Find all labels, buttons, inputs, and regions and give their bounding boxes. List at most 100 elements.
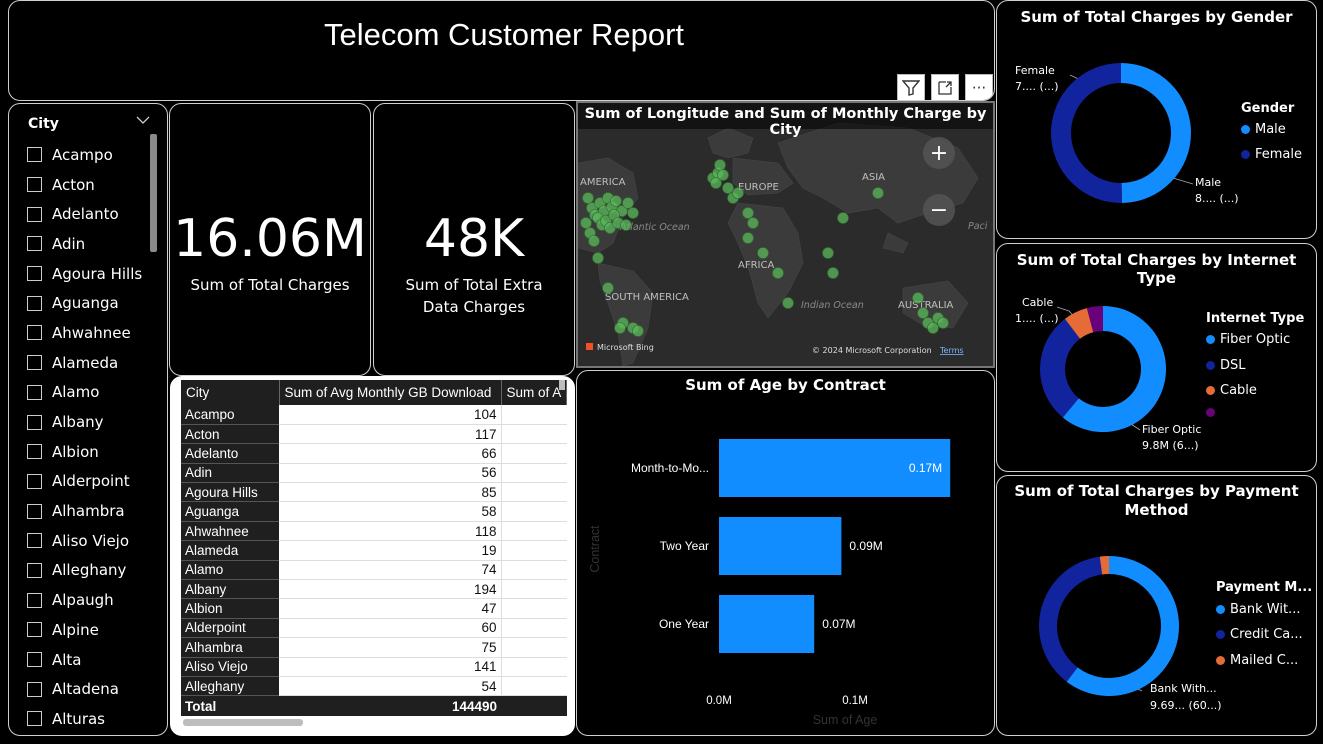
- slicer-item[interactable]: Alamo: [27, 378, 152, 408]
- map-bubble[interactable]: [837, 212, 849, 224]
- map-bubble[interactable]: [610, 195, 622, 207]
- map-bubble[interactable]: [627, 207, 639, 219]
- table-row[interactable]: Alhambra 75: [181, 637, 567, 658]
- map-bubble[interactable]: [782, 297, 794, 309]
- checkbox[interactable]: [27, 473, 42, 489]
- map-bubble[interactable]: [772, 267, 784, 279]
- column-header-city[interactable]: City: [181, 380, 280, 405]
- slicer-item[interactable]: Alpaugh: [27, 585, 152, 615]
- slicer-item[interactable]: Alderpoint: [27, 467, 152, 497]
- table-row[interactable]: Albany 194: [181, 579, 567, 600]
- map-bubble[interactable]: [747, 217, 759, 229]
- slicer-item[interactable]: Agoura Hills: [27, 259, 152, 289]
- map-bubble[interactable]: [872, 187, 884, 199]
- checkbox[interactable]: [27, 206, 42, 222]
- table-row[interactable]: Alleghany 54: [181, 676, 567, 697]
- table-row[interactable]: Agoura Hills 85: [181, 482, 567, 503]
- map-bubble[interactable]: [592, 252, 604, 264]
- checkbox[interactable]: [27, 295, 42, 311]
- legend-item-dsl[interactable]: DSL: [1206, 358, 1246, 373]
- slicer-item[interactable]: Albany: [27, 407, 152, 437]
- city-map[interactable]: AMERICA EUROPE ASIA Atlantic Ocean AFRIC…: [576, 101, 995, 368]
- map-bubble[interactable]: [917, 307, 929, 319]
- checkbox[interactable]: [27, 533, 42, 549]
- slicer-scrollbar[interactable]: [150, 134, 157, 252]
- slicer-item[interactable]: Alta: [27, 645, 152, 675]
- map-bubble[interactable]: [714, 159, 726, 171]
- legend-item-female[interactable]: Female: [1241, 147, 1302, 162]
- more-options-icon[interactable]: ···: [965, 74, 993, 100]
- map-bubble[interactable]: [732, 187, 744, 199]
- map-bubble[interactable]: [622, 197, 634, 209]
- map-bubble[interactable]: [717, 169, 729, 181]
- map-canvas[interactable]: AMERICA EUROPE ASIA Atlantic Ocean AFRIC…: [578, 103, 993, 366]
- map-bubble[interactable]: [937, 317, 949, 329]
- legend-item-mailed-check[interactable]: Mailed C...: [1216, 653, 1298, 668]
- slicer-item[interactable]: Ahwahnee: [27, 318, 152, 348]
- map-bubble[interactable]: [822, 247, 834, 259]
- column-header-gb-download[interactable]: Sum of Avg Monthly GB Download: [279, 380, 502, 405]
- checkbox[interactable]: [27, 562, 42, 578]
- checkbox[interactable]: [27, 622, 42, 638]
- table-row[interactable]: Albion 47: [181, 598, 567, 619]
- table-row[interactable]: Ahwahnee 118: [181, 521, 567, 542]
- bar[interactable]: [719, 517, 842, 575]
- table-row[interactable]: Acampo 104: [181, 405, 567, 425]
- map-bubble[interactable]: [927, 322, 939, 334]
- table-row[interactable]: Acton 117: [181, 424, 567, 445]
- slicer-item[interactable]: Adin: [27, 229, 152, 259]
- map-bubble[interactable]: [742, 207, 754, 219]
- map-bubble[interactable]: [757, 247, 769, 259]
- map-bubble[interactable]: [580, 217, 592, 229]
- table-row[interactable]: Alamo 74: [181, 560, 567, 581]
- table-row[interactable]: Alderpoint 60: [181, 618, 567, 639]
- checkbox[interactable]: [27, 384, 42, 400]
- filter-icon[interactable]: [897, 74, 925, 100]
- slicer-item[interactable]: Alhambra: [27, 496, 152, 526]
- table-row[interactable]: Alameda 19: [181, 540, 567, 561]
- map-bubble[interactable]: [632, 325, 644, 337]
- map-bubble[interactable]: [582, 192, 594, 204]
- donut-slice[interactable]: [1121, 63, 1191, 203]
- checkbox[interactable]: [27, 325, 42, 341]
- map-terms-link[interactable]: Terms: [939, 346, 964, 355]
- checkbox[interactable]: [27, 503, 42, 519]
- checkbox[interactable]: [27, 414, 42, 430]
- slicer-item[interactable]: Adelanto: [27, 199, 152, 229]
- map-bubble[interactable]: [742, 232, 754, 244]
- map-bubble[interactable]: [620, 219, 632, 231]
- donut-slice[interactable]: [1050, 63, 1122, 204]
- map-bubble[interactable]: [912, 292, 924, 304]
- map-bubble[interactable]: [722, 182, 734, 194]
- checkbox[interactable]: [27, 266, 42, 282]
- table-row[interactable]: Aguanga 58: [181, 501, 567, 522]
- checkbox[interactable]: [27, 355, 42, 371]
- checkbox[interactable]: [27, 444, 42, 460]
- bar[interactable]: [719, 595, 815, 653]
- checkbox[interactable]: [27, 236, 42, 252]
- chevron-down-icon[interactable]: [136, 113, 150, 129]
- internet-type-donut[interactable]: [997, 244, 1317, 472]
- checkbox[interactable]: [27, 652, 42, 668]
- slicer-item[interactable]: Acampo: [27, 140, 152, 170]
- legend-item-male[interactable]: Male: [1241, 122, 1286, 137]
- legend-item-credit-card[interactable]: Credit Ca...: [1216, 627, 1303, 642]
- table-row[interactable]: Adin 56: [181, 463, 567, 484]
- table-row[interactable]: Aliso Viejo 141: [181, 657, 567, 677]
- legend-item-bank[interactable]: Bank Wit...: [1216, 602, 1300, 617]
- slicer-item[interactable]: Altadena: [27, 674, 152, 704]
- slicer-item[interactable]: Aguanga: [27, 288, 152, 318]
- checkbox[interactable]: [27, 592, 42, 608]
- donut-slice[interactable]: [1039, 556, 1103, 682]
- slicer-item[interactable]: Alameda: [27, 348, 152, 378]
- vertical-scrollbar[interactable]: [559, 380, 565, 390]
- checkbox[interactable]: [27, 177, 42, 193]
- checkbox[interactable]: [27, 147, 42, 163]
- legend-item-cable[interactable]: Cable: [1206, 383, 1257, 398]
- horizontal-scrollbar[interactable]: [183, 719, 303, 726]
- map-bubble[interactable]: [588, 235, 600, 247]
- slicer-item[interactable]: Alturas: [27, 704, 152, 734]
- checkbox[interactable]: [27, 681, 42, 697]
- slicer-item[interactable]: Alleghany: [27, 556, 152, 586]
- legend-item-fiber-optic[interactable]: Fiber Optic: [1206, 332, 1290, 347]
